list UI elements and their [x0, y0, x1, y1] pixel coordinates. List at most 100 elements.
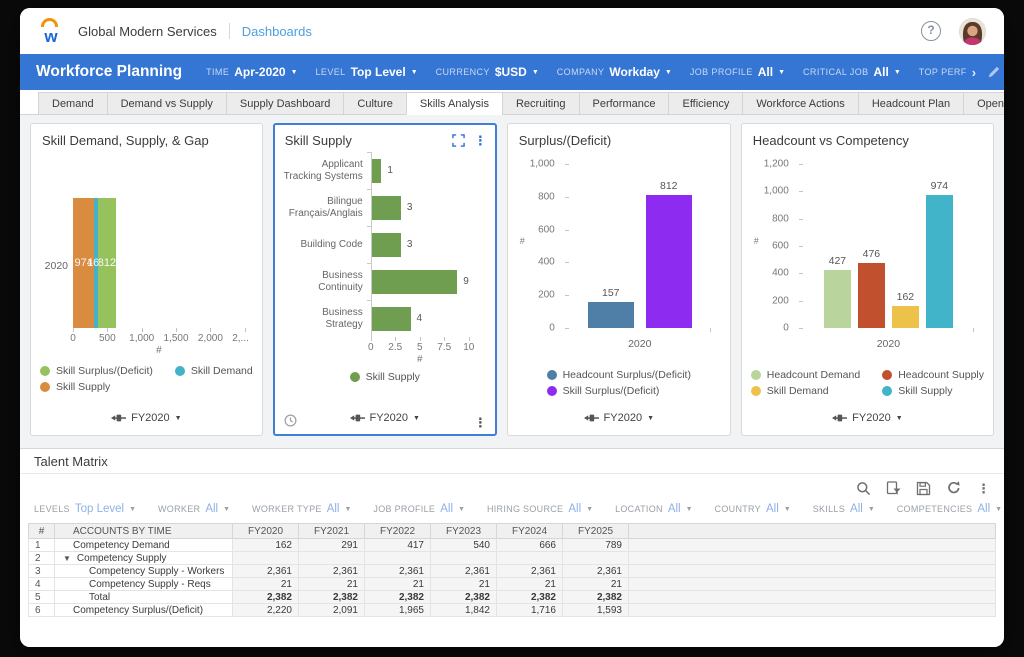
- axis-tick-label: 600: [772, 241, 789, 252]
- bar-value-label: 3: [407, 239, 413, 250]
- chart-card-skill-demand-supply-gap[interactable]: Skill Demand, Supply, & Gap2020974162812…: [30, 123, 263, 436]
- matrix-filter-hiring-source[interactable]: HIRING SOURCEAll▼: [487, 503, 593, 515]
- tab-workforce-actions[interactable]: Workforce Actions: [742, 92, 857, 115]
- matrix-filter-location[interactable]: LOCATIONAll▼: [615, 503, 692, 515]
- data-cell: 1,593: [563, 604, 629, 617]
- period-label: FY2020: [852, 412, 891, 424]
- y-axis-label: #: [754, 236, 759, 246]
- refresh-icon[interactable]: [946, 480, 962, 496]
- expander-icon[interactable]: ▼: [63, 554, 71, 563]
- tab-open-job-reqs[interactable]: Open Job Reqs: [963, 92, 1004, 115]
- edit-button[interactable]: Edit: [976, 54, 1004, 90]
- axis-tick-label: 0: [549, 323, 555, 334]
- toolbar-filter-critical-job[interactable]: CRITICAL JOBAll▼: [803, 65, 901, 79]
- period-slider-icon: [584, 413, 599, 423]
- chart-card-headcount-vs-competency[interactable]: Headcount vs Competency#1,2001,000800600…: [741, 123, 994, 436]
- kebab-menu-icon[interactable]: ⋮: [474, 416, 487, 429]
- tab-performance[interactable]: Performance: [579, 92, 669, 115]
- legend-item: Headcount Surplus/(Deficit): [547, 369, 691, 381]
- table-header-row: #ACCOUNTS BY TIMEFY2020FY2021FY2022FY202…: [29, 524, 996, 539]
- filter-export-icon[interactable]: [886, 481, 901, 496]
- axis-tick-label: 2.5: [388, 342, 402, 353]
- bar-value-label: 3: [407, 202, 413, 213]
- data-cell: 2,361: [563, 565, 629, 578]
- history-clock-icon[interactable]: [284, 414, 297, 427]
- chart-card-surplus-deficit[interactable]: Surplus/(Deficit)#1,00080060040020001578…: [507, 123, 731, 436]
- toolbar-filter-top-perf[interactable]: TOP PERF›: [919, 65, 976, 80]
- filter-label: CRITICAL JOB: [803, 67, 868, 77]
- filter-label: JOB PROFILE: [690, 67, 753, 77]
- legend-item: Skill Surplus/(Deficit): [547, 385, 691, 397]
- data-cell: 21: [299, 578, 365, 591]
- tab-skills-analysis[interactable]: Skills Analysis: [406, 92, 502, 115]
- axis-tick: [395, 337, 396, 341]
- data-cell: [365, 552, 431, 565]
- bar-zone: 3: [371, 226, 487, 263]
- bar-value-label: 427: [829, 255, 847, 267]
- axis-tick-label: 1,000: [764, 186, 789, 197]
- filter-value: All: [850, 503, 863, 515]
- bar-skill-surplus-deficit: 812: [646, 195, 692, 328]
- tab-headcount-plan[interactable]: Headcount Plan: [858, 92, 963, 115]
- period-selector[interactable]: FY2020▼: [517, 405, 721, 431]
- period-selector[interactable]: FY2020▼: [283, 405, 487, 431]
- tab-demand-vs-supply[interactable]: Demand vs Supply: [107, 92, 226, 115]
- toolbar-filter-level[interactable]: LEVELTop Level▼: [316, 65, 418, 79]
- search-icon[interactable]: [856, 481, 871, 496]
- filter-value: Apr-2020: [234, 65, 285, 79]
- tab-culture[interactable]: Culture: [343, 92, 405, 115]
- axis-tick-label: 5: [417, 342, 423, 353]
- top-header: w Global Modern Services Dashboards ?: [20, 8, 1004, 54]
- workday-logo-icon[interactable]: w: [38, 18, 64, 44]
- matrix-filter-job-profile[interactable]: JOB PROFILEAll▼: [373, 503, 465, 515]
- expand-icon[interactable]: [452, 134, 465, 147]
- save-icon[interactable]: [916, 481, 931, 496]
- legend-dot-icon: [350, 372, 360, 382]
- x-axis-category: 2020: [803, 338, 974, 350]
- chevron-down-icon: ▼: [458, 506, 465, 513]
- column-header-: #: [29, 524, 55, 539]
- toolbar-filter-currency[interactable]: CURRENCY$USD▼: [436, 65, 539, 79]
- kebab-menu-icon[interactable]: ⋮: [474, 134, 487, 147]
- matrix-filter-skills[interactable]: SKILLSAll▼: [813, 503, 875, 515]
- chart-card-skill-supply[interactable]: Skill Supply⋮Applicant Tracking Systems1…: [273, 123, 497, 436]
- legend-dot-icon: [882, 370, 892, 380]
- matrix-filter-worker-type[interactable]: WORKER TYPEAll▼: [252, 503, 351, 515]
- axis-tick-label: 7.5: [437, 342, 451, 353]
- tab-recruiting[interactable]: Recruiting: [502, 92, 579, 115]
- matrix-filter-worker[interactable]: WORKERAll▼: [158, 503, 230, 515]
- axis-tick-label: 400: [538, 257, 555, 268]
- legend-label: Skill Supply: [56, 381, 110, 393]
- period-slider-icon: [111, 413, 126, 423]
- period-selector[interactable]: FY2020▼: [751, 405, 984, 431]
- filter-label: SKILLS: [813, 504, 845, 514]
- toolbar-filter-company[interactable]: COMPANYWorkday▼: [557, 65, 672, 79]
- filter-label: JOB PROFILE: [373, 504, 435, 514]
- bar-value-label: 812: [660, 180, 678, 192]
- period-selector[interactable]: FY2020▼: [40, 405, 253, 431]
- legend-item: Skill Demand: [175, 365, 253, 377]
- axis-tick-label: 2,...: [232, 333, 249, 344]
- app-window: w Global Modern Services Dashboards ? Wo…: [20, 8, 1004, 647]
- toolbar-filter-job-profile[interactable]: JOB PROFILEAll▼: [690, 65, 785, 79]
- breadcrumb-dashboards[interactable]: Dashboards: [242, 24, 312, 39]
- x-axis: 02.557.510#: [371, 337, 487, 364]
- tab-demand[interactable]: Demand: [38, 92, 107, 115]
- table-row: 3Competency Supply - Workers2,3612,3612,…: [29, 565, 996, 578]
- axis-tick: [371, 337, 372, 341]
- matrix-filter-competencies[interactable]: COMPETENCIESAll▼: [897, 503, 1002, 515]
- axis-tick: [176, 328, 177, 332]
- kebab-menu-icon[interactable]: ⋮: [977, 482, 990, 495]
- bar-value-label: 157: [602, 287, 620, 299]
- avatar[interactable]: [959, 18, 986, 45]
- category-label: Business Continuity: [283, 270, 371, 294]
- matrix-filter-country[interactable]: COUNTRYAll▼: [715, 503, 791, 515]
- bar-segment-skill-surplus-deficit: 812: [98, 198, 116, 328]
- tab-supply-dashboard[interactable]: Supply Dashboard: [226, 92, 344, 115]
- row-label-text: Competency Surplus/(Deficit): [73, 605, 203, 616]
- tab-efficiency[interactable]: Efficiency: [668, 92, 742, 115]
- help-icon[interactable]: ?: [921, 21, 941, 41]
- toolbar-filter-time[interactable]: TIMEApr-2020▼: [206, 65, 297, 79]
- x-axis-label: #: [371, 354, 469, 365]
- matrix-filter-levels[interactable]: LEVELSTop Level▼: [34, 503, 136, 515]
